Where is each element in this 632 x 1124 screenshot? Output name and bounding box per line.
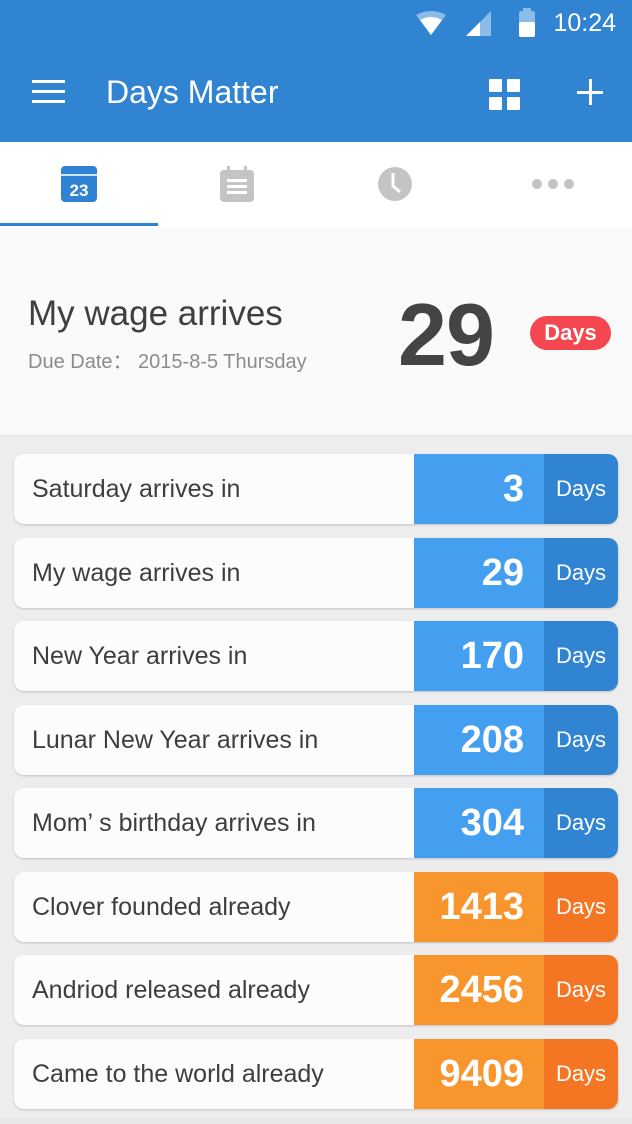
event-row[interactable]: Saturday arrives in 3 Days	[14, 454, 618, 524]
featured-due-date: Due Date： 2015-8-5 Thursday	[28, 351, 307, 373]
notepad-icon	[220, 166, 254, 202]
status-time: 10:24	[553, 9, 616, 37]
list-bottom-edge	[0, 1118, 632, 1124]
event-unit: Days	[544, 1038, 618, 1109]
event-unit: Days	[544, 537, 618, 608]
event-row[interactable]: Andriod released already 2456 Days	[14, 955, 618, 1025]
add-button[interactable]	[574, 76, 606, 108]
event-label: Saturday arrives in	[32, 475, 241, 503]
event-row[interactable]: My wage arrives in 29 Days	[14, 537, 618, 608]
tab-calendar[interactable]: 23	[0, 142, 158, 228]
event-row[interactable]: New Year arrives in 170 Days	[14, 621, 618, 691]
wifi-icon	[416, 11, 446, 35]
event-unit: Days	[544, 704, 618, 775]
event-row[interactable]: Came to the world already 9409 Days	[14, 1038, 618, 1109]
tab-history[interactable]	[316, 142, 474, 228]
more-dots-icon	[532, 179, 574, 189]
tab-notes[interactable]	[158, 142, 316, 228]
event-count: 29	[414, 537, 544, 608]
calendar-icon: 23	[61, 166, 97, 202]
event-label: My wage arrives in	[32, 558, 241, 587]
event-count: 1413	[414, 871, 544, 942]
event-label: Came to the world already	[32, 1059, 324, 1088]
grid-view-button[interactable]	[489, 79, 521, 111]
event-label: Clover founded already	[32, 892, 291, 921]
event-count: 9409	[414, 1038, 544, 1109]
cell-signal-icon	[466, 11, 491, 36]
event-label: Mom’ s birthday arrives in	[32, 809, 316, 837]
tab-more[interactable]	[474, 142, 632, 228]
event-unit: Days	[544, 788, 618, 858]
tab-bar: 23	[0, 142, 632, 228]
event-label: Lunar New Year arrives in	[32, 725, 319, 754]
event-unit: Days	[544, 621, 618, 691]
event-count: 3	[414, 454, 544, 524]
event-row[interactable]: Mom’ s birthday arrives in 304 Days	[14, 788, 618, 858]
status-bar: 10:24	[0, 0, 632, 48]
event-count: 208	[414, 704, 544, 775]
event-count: 304	[414, 788, 544, 858]
featured-count: 29	[398, 285, 495, 384]
app-bar: Days Matter	[0, 48, 632, 142]
event-count: 170	[414, 621, 544, 691]
calendar-icon-date: 23	[70, 181, 89, 200]
event-label: New Year arrives in	[32, 642, 248, 670]
battery-icon	[519, 8, 535, 37]
menu-button[interactable]	[32, 80, 66, 106]
event-unit: Days	[544, 871, 618, 942]
event-label: Andriod released already	[32, 976, 310, 1004]
featured-event[interactable]: My wage arrives Due Date： 2015-8-5 Thurs…	[0, 228, 632, 436]
event-row[interactable]: Lunar New Year arrives in 208 Days	[14, 704, 618, 775]
event-count: 2456	[414, 955, 544, 1025]
event-unit: Days	[544, 955, 618, 1025]
clock-icon	[378, 167, 412, 201]
active-tab-indicator	[0, 223, 158, 226]
featured-unit-badge: Days	[530, 316, 611, 350]
event-unit: Days	[544, 454, 618, 524]
app-title: Days Matter	[106, 74, 279, 110]
featured-title: My wage arrives	[28, 294, 283, 333]
event-row[interactable]: Clover founded already 1413 Days	[14, 871, 618, 942]
